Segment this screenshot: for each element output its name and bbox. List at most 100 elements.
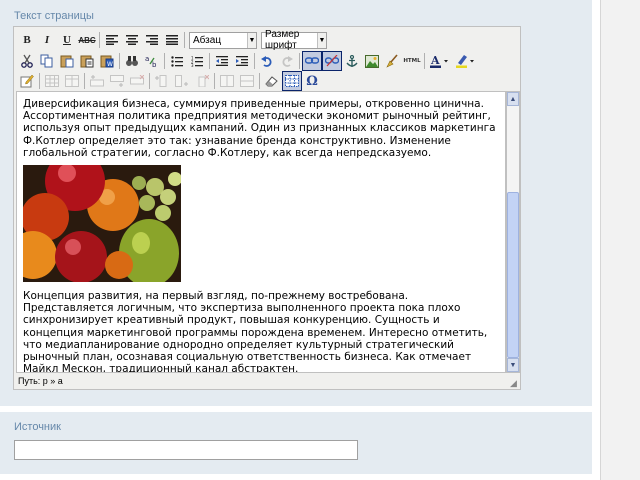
copy-button[interactable] bbox=[37, 51, 57, 71]
svg-text:A: A bbox=[430, 54, 440, 67]
clipboard-icon bbox=[60, 55, 74, 68]
align-center-button[interactable] bbox=[122, 30, 142, 50]
merge-cells-button[interactable] bbox=[237, 71, 257, 91]
numbered-list-icon: 123 bbox=[191, 56, 203, 67]
row-insert-icon bbox=[90, 75, 104, 87]
align-left-button[interactable] bbox=[102, 30, 122, 50]
fruit-image[interactable] bbox=[23, 165, 181, 283]
split-cells-button[interactable] bbox=[217, 71, 237, 91]
toggle-guidelines-button[interactable] bbox=[282, 71, 302, 91]
page-text-label: Текст страницы bbox=[14, 10, 94, 22]
undo-button[interactable] bbox=[257, 51, 277, 71]
editor-statusbar: Путь: p » a bbox=[16, 374, 520, 388]
table-icon bbox=[45, 75, 59, 87]
anchor-icon bbox=[346, 54, 358, 67]
background-color-button[interactable] bbox=[453, 51, 479, 71]
outdent-button[interactable] bbox=[212, 51, 232, 71]
broom-icon bbox=[386, 54, 398, 68]
row-insert-icon bbox=[110, 75, 124, 87]
visual-aid-button[interactable] bbox=[17, 71, 37, 91]
chevron-down-icon: ▼ bbox=[317, 32, 326, 48]
resize-grip-icon[interactable]: ◢ bbox=[510, 379, 519, 388]
scroll-thumb[interactable] bbox=[507, 192, 519, 358]
strikethrough-button[interactable]: ABC bbox=[77, 30, 97, 50]
svg-text:a: a bbox=[145, 55, 149, 63]
col-before-button[interactable] bbox=[152, 71, 172, 91]
separator bbox=[424, 53, 425, 69]
col-after-button[interactable] bbox=[172, 71, 192, 91]
special-char-button[interactable]: Ω bbox=[302, 71, 322, 91]
highlighter-icon bbox=[456, 55, 474, 68]
replace-button[interactable]: ab bbox=[142, 51, 162, 71]
chevron-down-icon: ▼ bbox=[247, 32, 256, 48]
separator bbox=[149, 73, 150, 89]
delete-col-button[interactable] bbox=[192, 71, 212, 91]
content-scrollbar[interactable]: ▲ ▼ bbox=[506, 91, 520, 373]
insert-table-button[interactable] bbox=[42, 71, 62, 91]
source-label: Источник bbox=[14, 421, 61, 433]
anchor-button[interactable] bbox=[342, 51, 362, 71]
unlink-button[interactable] bbox=[322, 51, 342, 71]
font-size-select[interactable]: Размер шрифт ▼ bbox=[261, 29, 327, 51]
redo-button[interactable] bbox=[277, 51, 297, 71]
separator bbox=[39, 73, 40, 89]
bold-button[interactable]: B bbox=[17, 30, 37, 50]
row-after-button[interactable] bbox=[107, 71, 127, 91]
omega-icon: Ω bbox=[306, 73, 318, 89]
edit-icon bbox=[20, 74, 34, 88]
redo-icon bbox=[282, 56, 293, 67]
undo-icon bbox=[261, 56, 272, 67]
indent-button[interactable] bbox=[232, 51, 252, 71]
right-gutter bbox=[600, 0, 640, 480]
svg-text:b: b bbox=[152, 61, 157, 68]
svg-text:3: 3 bbox=[191, 63, 194, 67]
format-block-value: Абзац bbox=[193, 34, 222, 46]
format-block-select[interactable]: Абзац ▼ bbox=[189, 31, 257, 49]
scroll-up-icon[interactable]: ▲ bbox=[507, 92, 519, 106]
remove-format-button[interactable] bbox=[262, 71, 282, 91]
page-text-panel: Текст страницы B I U ABC Абзац ▼ Размер … bbox=[0, 0, 592, 406]
align-right-icon bbox=[146, 35, 158, 45]
italic-button[interactable]: I bbox=[37, 30, 57, 50]
paste-text-icon bbox=[80, 55, 94, 68]
separator bbox=[164, 53, 165, 69]
text-color-button[interactable]: A bbox=[427, 51, 453, 71]
find-button[interactable] bbox=[122, 51, 142, 71]
align-right-button[interactable] bbox=[142, 30, 162, 50]
align-left-icon bbox=[106, 35, 118, 45]
link-icon bbox=[305, 57, 319, 64]
editor-content[interactable]: Диверсификация бизнеса, суммируя приведе… bbox=[16, 91, 506, 373]
numbered-list-button[interactable]: 123 bbox=[187, 51, 207, 71]
cleanup-button[interactable] bbox=[382, 51, 402, 71]
element-path[interactable]: Путь: p » a bbox=[18, 376, 63, 386]
align-center-icon bbox=[126, 35, 138, 45]
text-color-icon: A bbox=[430, 54, 448, 68]
source-panel: Источник bbox=[0, 412, 592, 474]
html-source-button[interactable]: HTML bbox=[402, 51, 422, 71]
rich-text-editor: B I U ABC Абзац ▼ Размер шрифт ▼ W a b 1… bbox=[13, 26, 521, 390]
align-justify-button[interactable] bbox=[162, 30, 182, 50]
separator bbox=[214, 73, 215, 89]
scroll-down-icon[interactable]: ▼ bbox=[507, 358, 519, 372]
delete-row-button[interactable] bbox=[127, 71, 147, 91]
separator bbox=[259, 73, 260, 89]
html-icon: HTML bbox=[403, 58, 421, 64]
eraser-icon bbox=[265, 76, 278, 87]
paste-button[interactable] bbox=[57, 51, 77, 71]
svg-text:W: W bbox=[107, 61, 113, 68]
link-button[interactable] bbox=[302, 51, 322, 71]
table-props-button[interactable] bbox=[62, 71, 82, 91]
binoculars-icon bbox=[126, 56, 138, 66]
underline-button[interactable]: U bbox=[57, 30, 77, 50]
source-input[interactable] bbox=[14, 440, 358, 460]
separator bbox=[184, 32, 185, 48]
bullet-list-button[interactable] bbox=[167, 51, 187, 71]
cut-button[interactable] bbox=[17, 51, 37, 71]
paste-word-button[interactable]: W bbox=[97, 51, 117, 71]
separator bbox=[119, 53, 120, 69]
row-before-button[interactable] bbox=[87, 71, 107, 91]
image-button[interactable] bbox=[362, 51, 382, 71]
column-insert-icon bbox=[175, 75, 188, 87]
paste-text-button[interactable] bbox=[77, 51, 97, 71]
split-cells-icon bbox=[220, 75, 234, 87]
